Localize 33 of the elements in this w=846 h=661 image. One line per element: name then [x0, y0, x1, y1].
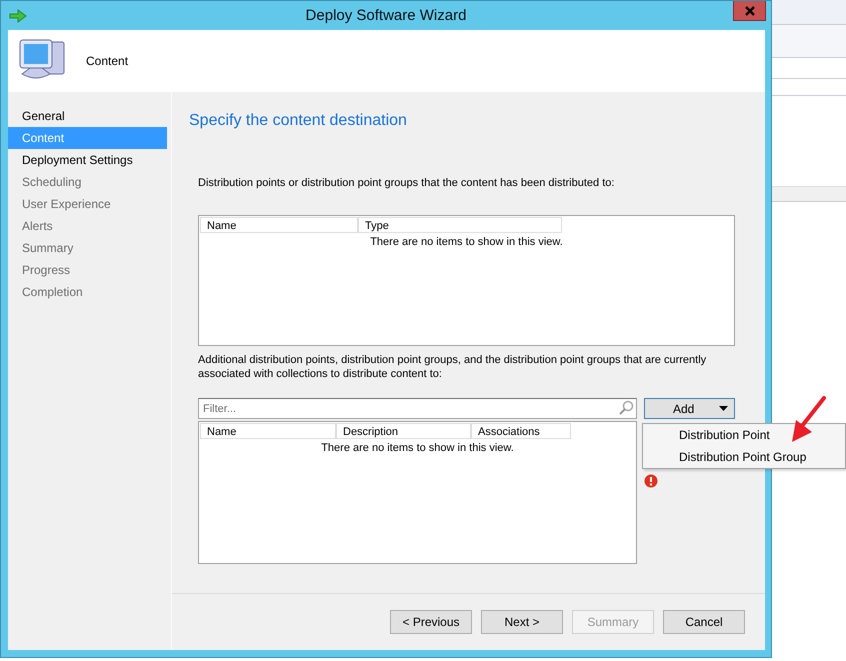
column-header[interactable]: Description: [336, 423, 471, 439]
step-item[interactable]: Progress: [8, 259, 167, 281]
wizard-button[interactable]: Next >: [481, 610, 563, 634]
search-icon: [618, 400, 634, 416]
step-item[interactable]: Scheduling: [8, 171, 167, 193]
close-icon: [744, 6, 754, 16]
step-item[interactable]: Completion: [8, 281, 167, 303]
section-heading: Specify the content destination: [189, 112, 408, 130]
step-item[interactable]: General: [8, 105, 167, 127]
step-item[interactable]: Alerts: [8, 215, 167, 237]
menu-item[interactable]: Distribution Point Group: [679, 446, 806, 468]
add-button[interactable]: Add: [644, 398, 735, 419]
caret-icon: [719, 406, 728, 411]
error-icon: [644, 474, 658, 488]
description-text: Additional distribution points, distribution point groups, and the distribution point groups that are currently associated with collections to distribute content to:: [198, 353, 708, 381]
column-header[interactable]: Type: [358, 217, 562, 233]
column-header[interactable]: Name: [200, 217, 358, 233]
wizard-button[interactable]: Cancel: [663, 610, 745, 634]
description-text: Distribution points or distribution point groups that the content has been distributed to:: [198, 177, 616, 189]
step-item[interactable]: Deployment Settings: [8, 149, 167, 171]
empty-message: There are no items to show in this view.: [370, 236, 563, 248]
step-item[interactable]: Summary: [8, 237, 167, 259]
column-header[interactable]: Associations: [471, 423, 571, 439]
step-item[interactable]: User Experience: [8, 193, 167, 215]
filter-field[interactable]: Filter...: [198, 398, 637, 419]
menu-item[interactable]: Distribution Point: [679, 424, 770, 446]
column-header[interactable]: Name: [200, 423, 336, 439]
arrow-icon: [9, 8, 27, 22]
empty-message: There are no items to show in this view.: [321, 442, 514, 454]
close-button[interactable]: [733, 1, 766, 21]
window-title: Deploy Software Wizard: [306, 7, 466, 24]
page-title: Content: [86, 54, 128, 68]
wizard-button[interactable]: < Previous: [390, 610, 472, 634]
